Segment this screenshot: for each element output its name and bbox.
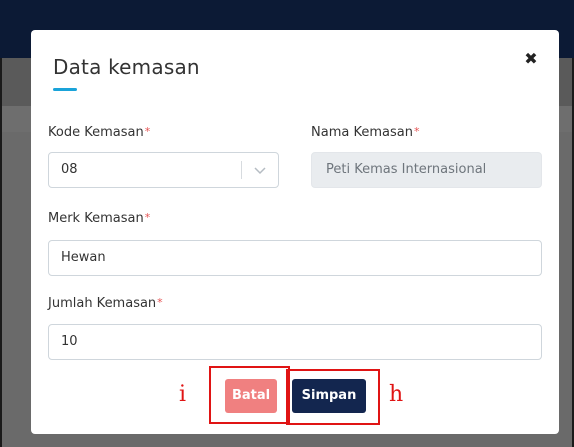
merk-kemasan-label-text: Merk Kemasan [48, 211, 144, 226]
window-edge-left [0, 58, 2, 447]
merk-kemasan-input[interactable]: Hewan [48, 240, 542, 276]
nama-kemasan-value: Peti Kemas Internasional [326, 162, 487, 177]
required-mark: * [144, 211, 151, 224]
chevron-down-icon[interactable] [252, 160, 268, 180]
kode-kemasan-label: Kode Kemasan* [48, 125, 150, 140]
jumlah-kemasan-label-text: Jumlah Kemasan [48, 296, 157, 311]
required-mark: * [144, 125, 151, 138]
save-highlight-box [286, 369, 380, 425]
select-separator [241, 161, 242, 179]
jumlah-kemasan-label: Jumlah Kemasan* [48, 296, 163, 311]
merk-kemasan-label: Merk Kemasan* [48, 211, 150, 226]
nama-kemasan-field: Peti Kemas Internasional [311, 152, 542, 188]
title-accent-bar [53, 88, 77, 91]
kode-kemasan-value: 08 [61, 162, 78, 177]
merk-kemasan-value: Hewan [61, 250, 106, 265]
annotation-label-i: i [179, 382, 187, 407]
kode-kemasan-select[interactable]: 08 [48, 152, 279, 188]
required-mark: * [157, 296, 163, 309]
close-icon[interactable]: ✖ [521, 48, 541, 70]
jumlah-kemasan-input[interactable]: 10 [48, 324, 542, 360]
modal-title: Data kemasan [53, 55, 200, 79]
cancel-highlight-box [209, 366, 290, 424]
jumlah-kemasan-value: 10 [61, 334, 78, 349]
required-mark: * [413, 125, 420, 138]
nama-kemasan-label-text: Nama Kemasan [311, 125, 413, 140]
kode-kemasan-label-text: Kode Kemasan [48, 125, 144, 140]
annotation-label-h: h [389, 382, 404, 407]
nama-kemasan-label: Nama Kemasan* [311, 125, 419, 140]
